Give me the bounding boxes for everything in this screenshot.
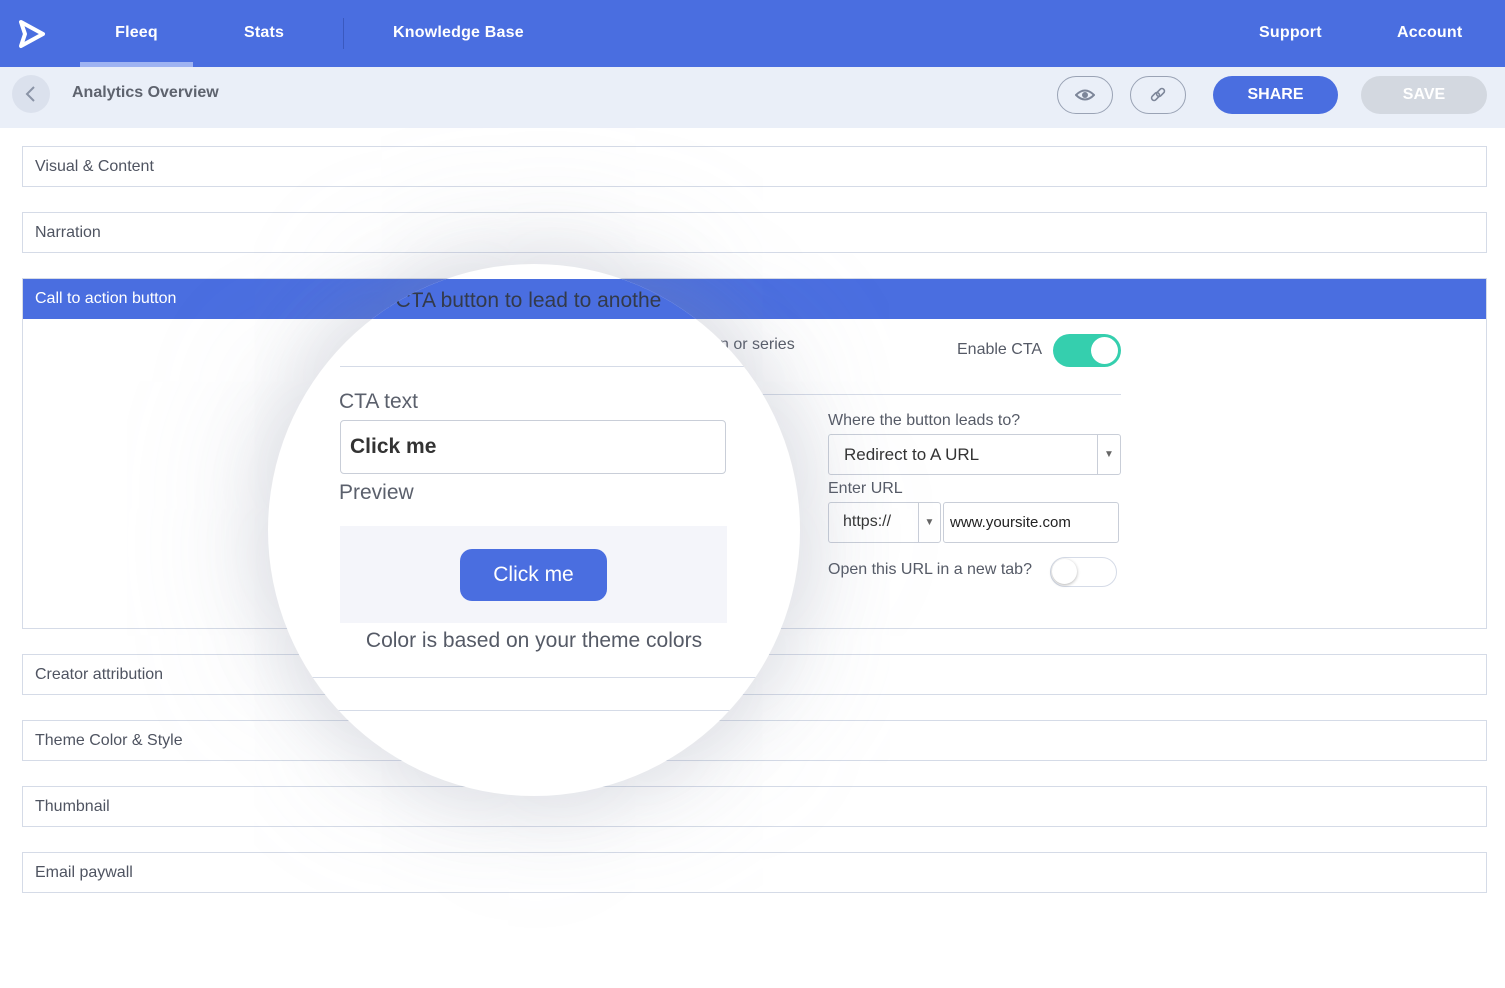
nav-divider xyxy=(343,18,344,49)
back-button[interactable] xyxy=(12,75,50,113)
protocol-value: https:// xyxy=(843,513,892,530)
panel-label: Call to action button xyxy=(35,290,177,307)
panel-label: Email paywall xyxy=(35,864,133,881)
theme-color-note: Color is based on your theme colors xyxy=(365,629,703,652)
cta-text-input[interactable] xyxy=(340,420,726,474)
url-input[interactable] xyxy=(943,502,1119,543)
panel-narration[interactable]: Narration xyxy=(22,212,1487,253)
top-nav: Fleeq Stats Knowledge Base Support Accou… xyxy=(0,0,1505,67)
panel-theme-color[interactable]: Theme Color & Style xyxy=(22,720,1487,761)
share-button[interactable]: SHARE xyxy=(1213,76,1338,114)
panel-email-paywall[interactable]: Email paywall xyxy=(22,852,1487,893)
magnified-description: a CTA button to lead to anothe xyxy=(378,289,662,312)
magnified-panel-border xyxy=(328,710,738,711)
panel-label: Narration xyxy=(35,224,101,241)
save-button[interactable]: SAVE xyxy=(1361,76,1487,114)
toggle-knob xyxy=(1052,559,1077,584)
link-icon xyxy=(1150,87,1166,102)
panel-label: Visual & Content xyxy=(35,158,154,175)
panel-label: Creator attribution xyxy=(35,666,164,683)
nav-knowledge-base[interactable]: Knowledge Base xyxy=(393,0,524,67)
leads-to-value: Redirect to A URL xyxy=(844,445,980,464)
panel-visual-content[interactable]: Visual & Content xyxy=(22,146,1487,187)
eye-icon xyxy=(1075,89,1095,101)
preview-button[interactable] xyxy=(1057,76,1113,114)
magnifier-lens: a CTA button to lead to anothe CTA text … xyxy=(268,264,800,796)
cta-text-label: CTA text xyxy=(339,390,418,413)
fleeq-logo-icon[interactable] xyxy=(16,18,48,50)
preview-label: Preview xyxy=(339,481,414,504)
caret-down-icon: ▼ xyxy=(918,503,940,542)
sub-header: Analytics Overview SHARE SAVE xyxy=(0,67,1505,128)
leads-to-label: Where the button leads to? xyxy=(828,412,1021,429)
page-title: Analytics Overview xyxy=(72,84,219,101)
panel-label: Thumbnail xyxy=(35,798,110,815)
nav-account[interactable]: Account xyxy=(1397,0,1462,67)
nav-stats[interactable]: Stats xyxy=(244,0,284,67)
new-tab-label: Open this URL in a new tab? xyxy=(828,561,1032,578)
panel-label: Theme Color & Style xyxy=(35,732,183,749)
magnified-divider xyxy=(340,366,800,367)
nav-support[interactable]: Support xyxy=(1259,0,1322,67)
protocol-select[interactable]: https:// ▼ xyxy=(828,502,941,543)
leads-to-select[interactable]: Redirect to A URL ▼ xyxy=(828,434,1121,475)
enable-cta-toggle[interactable] xyxy=(1053,334,1121,367)
new-tab-toggle[interactable] xyxy=(1050,557,1117,587)
nav-fleeq[interactable]: Fleeq xyxy=(80,0,193,67)
magnified-panel-border xyxy=(308,677,760,678)
cta-preview-button[interactable]: Click me xyxy=(460,549,607,601)
panel-thumbnail[interactable]: Thumbnail xyxy=(22,786,1487,827)
chevron-left-icon xyxy=(25,86,35,102)
enter-url-label: Enter URL xyxy=(828,480,903,497)
cta-divider xyxy=(760,394,1121,395)
enable-cta-label: Enable CTA xyxy=(957,341,1043,358)
toggle-knob xyxy=(1091,337,1118,364)
copy-link-button[interactable] xyxy=(1130,76,1186,114)
caret-down-icon: ▼ xyxy=(1097,435,1120,474)
